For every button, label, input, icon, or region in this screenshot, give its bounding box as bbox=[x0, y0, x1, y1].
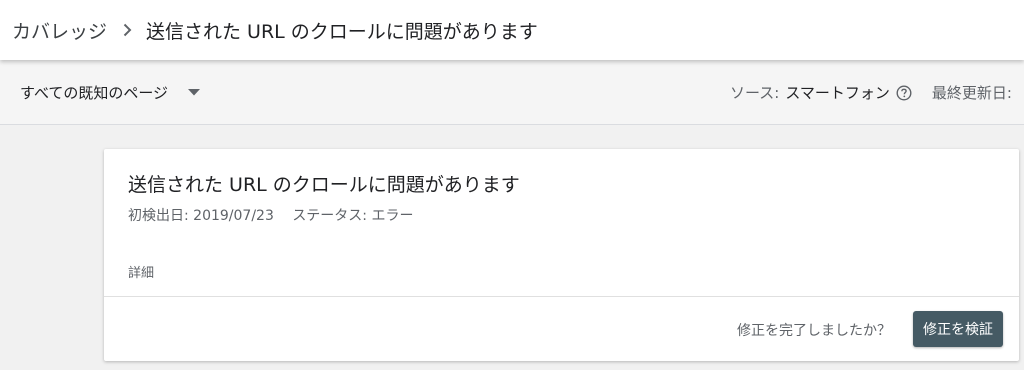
validate-fix-button[interactable]: 修正を検証 bbox=[913, 311, 1003, 347]
issue-title: 送信された URL のクロールに問題があります bbox=[128, 174, 520, 196]
issue-meta: 初検出日: 2019/07/23 ステータス: エラー bbox=[128, 205, 413, 225]
page-header: カバレッジ 送信された URL のクロールに問題があります bbox=[0, 0, 1024, 60]
source-label: ソース: bbox=[730, 84, 780, 102]
first-detected-date: 初検出日: 2019/07/23 bbox=[128, 208, 274, 224]
details-label: 詳細 bbox=[128, 266, 155, 281]
issue-card: 送信された URL のクロールに問題があります 初検出日: 2019/07/23… bbox=[104, 149, 1019, 361]
page-title: 送信された URL のクロールに問題があります bbox=[146, 20, 538, 43]
chevron-right-icon bbox=[123, 23, 132, 37]
source-info: ソース: スマートフォン 最終更新日: bbox=[730, 82, 1012, 103]
filter-bar: すべての既知のページ ソース: スマートフォン 最終更新日: bbox=[0, 60, 1024, 125]
breadcrumb-coverage-link[interactable]: カバレッジ bbox=[12, 17, 107, 44]
source-value: スマートフォン bbox=[785, 84, 890, 102]
status-text: ステータス: エラー bbox=[292, 208, 414, 224]
fix-question-text: 修正を完了しましたか？ bbox=[737, 323, 891, 339]
page-filter-label: すべての既知のページ bbox=[20, 83, 169, 102]
last-updated-label: 最終更新日: bbox=[931, 84, 1012, 102]
help-circle-icon[interactable] bbox=[896, 84, 912, 101]
card-divider bbox=[104, 296, 1019, 297]
page-filter-dropdown[interactable]: すべての既知のページ bbox=[20, 80, 201, 104]
caret-down-icon bbox=[188, 88, 201, 96]
